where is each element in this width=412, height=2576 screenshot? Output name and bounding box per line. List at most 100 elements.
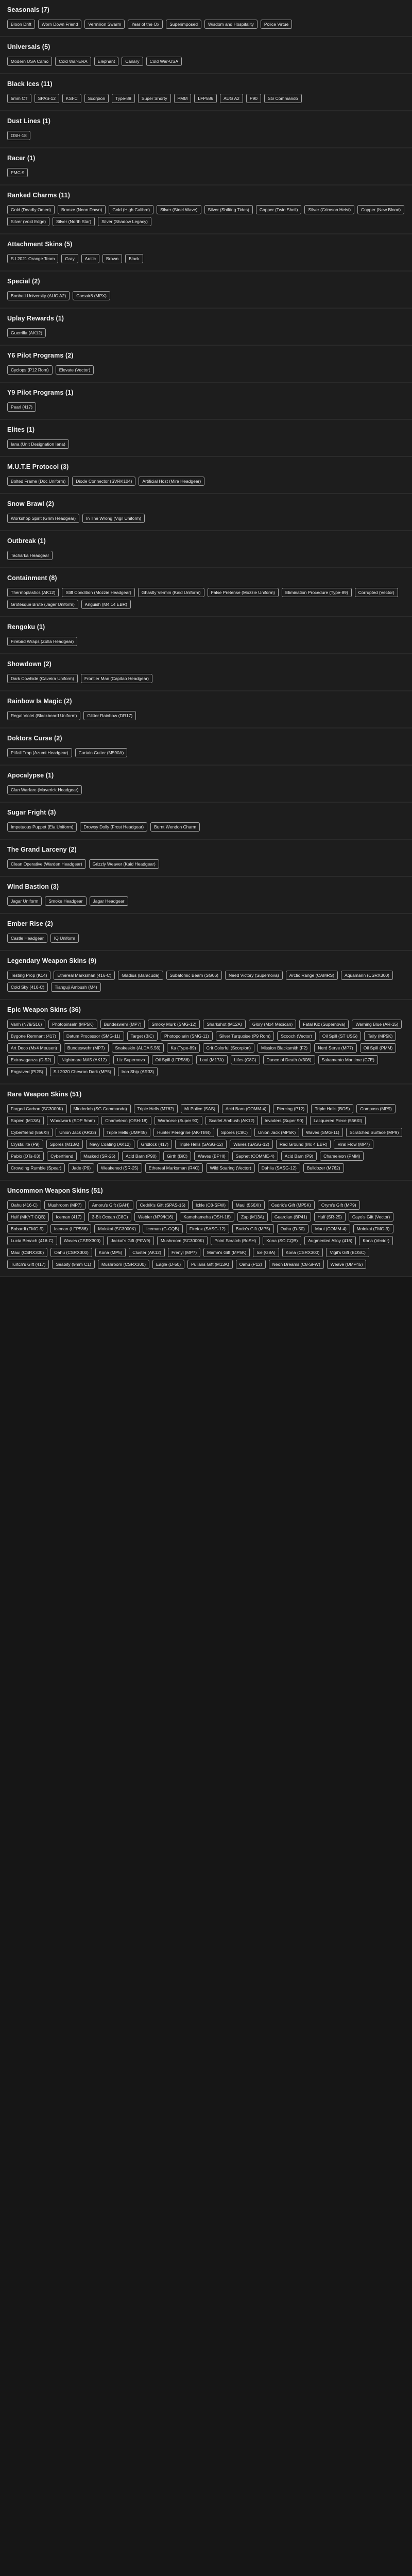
item-chip[interactable]: Black bbox=[125, 254, 143, 263]
item-chip[interactable]: Compass (MP9) bbox=[356, 1104, 396, 1113]
item-chip[interactable]: Acid Barn (COMM-4) bbox=[222, 1104, 270, 1113]
item-chip[interactable]: Jade (P9) bbox=[68, 1163, 95, 1173]
item-chip[interactable]: Masked (SR-25) bbox=[80, 1151, 119, 1161]
item-chip[interactable]: Piercing (P12) bbox=[273, 1104, 308, 1113]
item-chip[interactable]: Maui (COMM-4) bbox=[311, 1224, 350, 1233]
item-chip[interactable]: 5mm CT bbox=[7, 94, 31, 103]
item-chip[interactable]: Sharkshot (M12A) bbox=[203, 1020, 246, 1029]
item-chip[interactable]: Corsair8 (MPX) bbox=[73, 291, 110, 300]
item-chip[interactable]: Engraved (PI2S) bbox=[7, 1067, 47, 1076]
item-chip[interactable]: Chameleon (PMM) bbox=[320, 1151, 364, 1161]
item-chip[interactable]: Copper (Twin Shell) bbox=[255, 205, 302, 214]
item-chip[interactable]: Molokai (FMG-9) bbox=[353, 1224, 393, 1233]
item-chip[interactable]: Kona (SC-CQB) bbox=[263, 1236, 302, 1245]
item-chip[interactable]: Turtch's Gift (417) bbox=[7, 1260, 49, 1269]
item-chip[interactable]: Mt Police (SAS) bbox=[181, 1104, 219, 1113]
item-chip[interactable]: Subatomic Beam (SG06) bbox=[166, 971, 222, 980]
item-chip[interactable]: Warning Blue (AR-15) bbox=[352, 1020, 402, 1029]
item-chip[interactable]: Silver Turquoise (P9 Rom) bbox=[215, 1031, 274, 1041]
item-chip[interactable]: Viral Flow (MP7) bbox=[334, 1140, 374, 1149]
item-chip[interactable]: Drowsy Dolly (Frost Headgear) bbox=[80, 822, 148, 832]
item-chip[interactable]: Aquamarin (CSRX300) bbox=[341, 971, 393, 980]
item-chip[interactable]: Amoru's Gift (GAH) bbox=[88, 1200, 133, 1210]
item-chip[interactable]: Superimposed bbox=[166, 20, 202, 29]
item-chip[interactable]: Ethereal Marksman (R4C) bbox=[145, 1163, 203, 1173]
item-chip[interactable]: Wisdom and Hospitality bbox=[204, 20, 258, 29]
item-chip[interactable]: Jackal's Gift (P0W9) bbox=[107, 1236, 154, 1245]
item-chip[interactable]: Point Scratch (BoSH) bbox=[211, 1236, 260, 1245]
item-chip[interactable]: Hulf (MKYT CQB) bbox=[7, 1212, 49, 1222]
item-chip[interactable]: Elephant bbox=[94, 57, 119, 66]
item-chip[interactable]: Forged Carbon (SC3000K) bbox=[7, 1104, 67, 1113]
item-chip[interactable]: Pablo (OTs-03) bbox=[7, 1151, 44, 1161]
item-chip[interactable]: Iceman (LFP586) bbox=[50, 1224, 92, 1233]
item-chip[interactable]: Lacquered Piece (556XI) bbox=[310, 1116, 366, 1125]
item-chip[interactable]: Tally (MP5K) bbox=[364, 1031, 397, 1041]
item-chip[interactable]: Nerd Serve (MP7) bbox=[314, 1043, 357, 1053]
item-chip[interactable]: LFP586 bbox=[194, 94, 217, 103]
item-chip[interactable]: Impetuous Puppet (Ela Uniform) bbox=[7, 822, 77, 832]
item-chip[interactable]: Cluster (AK12) bbox=[129, 1248, 165, 1257]
item-chip[interactable]: Brown bbox=[102, 254, 123, 263]
item-chip[interactable]: Iceman (G-CQB) bbox=[143, 1224, 183, 1233]
item-chip[interactable]: Acid Barn (P9) bbox=[281, 1151, 317, 1161]
item-chip[interactable]: Super Shorty bbox=[138, 94, 171, 103]
item-chip[interactable]: Pitfall Trap (Azumi Headgear) bbox=[7, 748, 72, 757]
item-chip[interactable]: Seabity (9mm C1) bbox=[52, 1260, 95, 1269]
item-chip[interactable]: Waves (SMG-11) bbox=[302, 1128, 343, 1137]
item-chip[interactable]: Silver (Steel Wave) bbox=[157, 205, 201, 214]
item-chip[interactable]: Firebird Wraps (Zofia Headgear) bbox=[7, 637, 78, 646]
item-chip[interactable]: Photopolarin (SMG-11) bbox=[160, 1031, 213, 1041]
item-chip[interactable]: Oahu (416-C) bbox=[7, 1200, 41, 1210]
item-chip[interactable]: Type-89 bbox=[112, 94, 135, 103]
item-chip[interactable]: S.I 2020 Chevron Dark (MP5) bbox=[49, 1067, 115, 1076]
item-chip[interactable]: Ghastly Vermin (Kaid Uniform) bbox=[138, 588, 204, 597]
item-chip[interactable]: Union Jack (MP5K) bbox=[254, 1128, 300, 1137]
item-chip[interactable]: Oil Spill (LFP586) bbox=[151, 1055, 194, 1064]
item-chip[interactable]: Silver (Crimson Heist) bbox=[304, 205, 355, 214]
item-chip[interactable]: Testing Prop (K14) bbox=[7, 971, 51, 980]
item-chip[interactable]: Weakened (SR-25) bbox=[97, 1163, 142, 1173]
item-chip[interactable]: Molokai (SC3000K) bbox=[94, 1224, 140, 1233]
item-chip[interactable]: Copper (New Blood) bbox=[357, 205, 405, 214]
item-chip[interactable]: 3-Bit Ocean (C8C) bbox=[88, 1212, 132, 1222]
item-chip[interactable]: Modern USA Camo bbox=[7, 57, 53, 66]
item-chip[interactable]: Stiff Condition (Mozzie Headgear) bbox=[62, 588, 135, 597]
item-chip[interactable]: AUG A2 bbox=[220, 94, 243, 103]
item-chip[interactable]: Girth (BiC) bbox=[163, 1151, 192, 1161]
item-chip[interactable]: Workshop Spirit (Grim Headgear) bbox=[7, 514, 79, 523]
item-chip[interactable]: Tianguji Ambush (M4) bbox=[51, 982, 101, 992]
item-chip[interactable]: Ka (Type-89) bbox=[167, 1043, 200, 1053]
item-chip[interactable]: Bonbeti University (AUG A2) bbox=[7, 291, 70, 300]
item-chip[interactable]: Maui (556XI) bbox=[232, 1200, 265, 1210]
item-chip[interactable]: Year of the Ox bbox=[128, 20, 163, 29]
item-chip[interactable]: Mission Blacksmith (F2) bbox=[258, 1043, 312, 1053]
item-chip[interactable]: Silver (North Star) bbox=[53, 217, 95, 226]
item-chip[interactable]: Waves (CSRX300) bbox=[60, 1236, 105, 1245]
item-chip[interactable]: Woodwork (SDP 9mm) bbox=[46, 1116, 99, 1125]
item-chip[interactable]: Mushroom (CSRX300) bbox=[97, 1260, 149, 1269]
item-chip[interactable]: Jagar Uniform bbox=[7, 896, 42, 906]
item-chip[interactable]: Bronze (Neon Dawn) bbox=[57, 205, 106, 214]
item-chip[interactable]: Kona (Vector) bbox=[359, 1236, 393, 1245]
item-chip[interactable]: Curtain Cutter (M590A) bbox=[75, 748, 128, 757]
item-chip[interactable]: In The Wrong (Vigil Uniform) bbox=[82, 514, 145, 523]
item-chip[interactable]: Scratched Surface (MP9) bbox=[346, 1128, 403, 1137]
item-chip[interactable]: PMC-9 bbox=[7, 168, 28, 177]
item-chip[interactable]: Grotesque Brute (Jager Uniform) bbox=[7, 600, 78, 609]
item-chip[interactable]: Oahu (P12) bbox=[235, 1260, 266, 1269]
item-chip[interactable]: Maui (CSRX300) bbox=[7, 1248, 48, 1257]
item-chip[interactable]: Ice (G8A) bbox=[253, 1248, 279, 1257]
item-chip[interactable]: Clan Warfare (Maverick Headgear) bbox=[7, 785, 82, 794]
item-chip[interactable]: Arctic Range (CAMRS) bbox=[285, 971, 338, 980]
item-chip[interactable]: Iana (Unit Designation Iana) bbox=[7, 439, 69, 449]
item-chip[interactable]: Triple Hells (M762) bbox=[133, 1104, 178, 1113]
item-chip[interactable]: Iron Ship (AR33) bbox=[117, 1067, 158, 1076]
item-chip[interactable]: Clean Operative (Warden Headgear) bbox=[7, 859, 86, 869]
item-chip[interactable]: Glitter Rainbow (DR17) bbox=[83, 711, 136, 720]
item-chip[interactable]: Photopinseln (MP5K) bbox=[48, 1020, 97, 1029]
item-chip[interactable]: P90 bbox=[246, 94, 261, 103]
item-chip[interactable]: Invaders (Super 90) bbox=[261, 1116, 307, 1125]
item-chip[interactable]: Bodo's Gift (MP5) bbox=[232, 1224, 274, 1233]
item-chip[interactable]: Regal Violet (Blackbeard Uniform) bbox=[7, 711, 81, 720]
